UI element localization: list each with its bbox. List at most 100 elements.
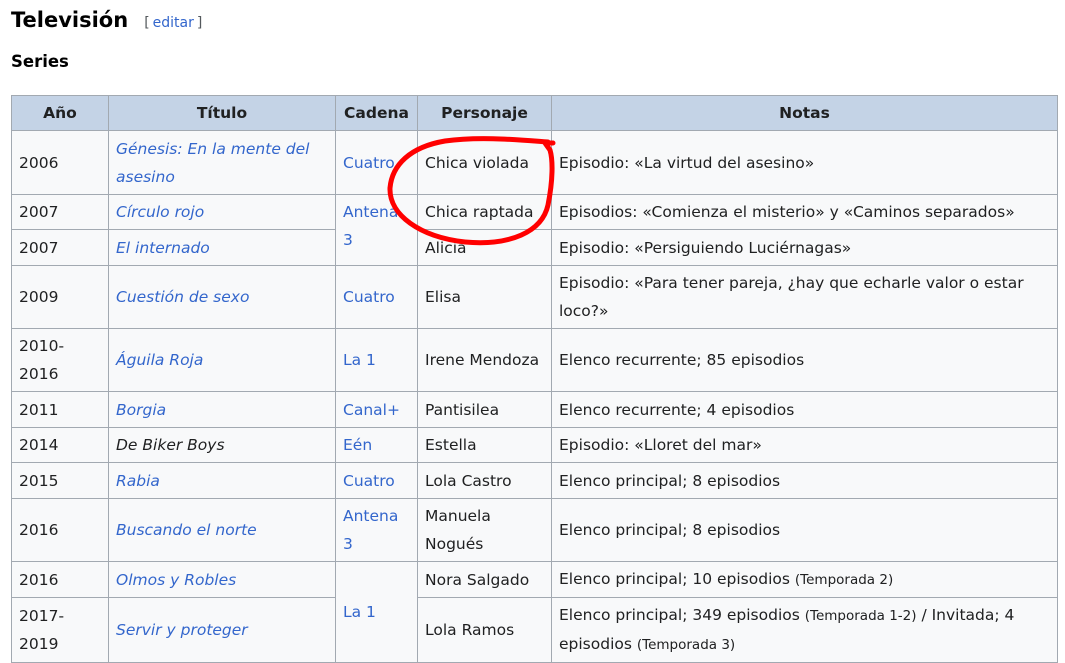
cell-year: 2016 bbox=[11, 561, 109, 598]
channel-link[interactable]: Canal+ bbox=[343, 401, 400, 419]
cell-notes: Episodios: «Comienza el misterio» y «Cam… bbox=[551, 194, 1058, 230]
edit-link[interactable]: editar bbox=[150, 15, 197, 31]
cell-character: Elisa bbox=[417, 265, 552, 329]
section-title: Televisión bbox=[11, 8, 129, 32]
title-link[interactable]: Buscando el norte bbox=[116, 521, 257, 539]
cell-channel: La 1 bbox=[335, 328, 418, 392]
cell-character: Manuela Nogués bbox=[417, 498, 552, 562]
cell-year: 2014 bbox=[11, 427, 109, 463]
cell-notes: Elenco principal; 10 episodios (Temporad… bbox=[551, 561, 1058, 598]
cell-character: Lola Castro bbox=[417, 462, 552, 499]
cell-notes: Episodio: «Para tener pareja, ¿hay que e… bbox=[551, 265, 1058, 329]
cell-title: Servir y proteger bbox=[108, 597, 336, 663]
header-year[interactable]: Año bbox=[11, 95, 109, 131]
cell-year: 2016 bbox=[11, 498, 109, 562]
cell-character: Lola Ramos bbox=[417, 597, 552, 663]
cell-year: 2007 bbox=[11, 229, 109, 266]
channel-link[interactable]: Antena 3 bbox=[343, 203, 398, 249]
header-channel[interactable]: Cadena bbox=[335, 95, 418, 131]
title-link[interactable]: Olmos y Robles bbox=[116, 571, 236, 589]
cell-title: Génesis: En la mente del asesino bbox=[108, 130, 336, 195]
cell-channel: Cuatro bbox=[335, 130, 418, 195]
title-link[interactable]: El internado bbox=[116, 239, 210, 257]
series-table: Año Título Cadena Personaje Notas 2006 Gé… bbox=[11, 95, 1058, 663]
notes-text: Episodios: «Comienza el misterio» y «Cam… bbox=[559, 203, 1015, 221]
channel-link[interactable]: La 1 bbox=[343, 603, 376, 621]
cell-title: Olmos y Robles bbox=[108, 561, 336, 598]
table-row: 2015 Rabia Cuatro Lola Castro Elenco princip… bbox=[11, 462, 1058, 499]
notes-text: Episodio: «Persiguiendo Luciérnagas» bbox=[559, 238, 852, 257]
header-title[interactable]: Título bbox=[108, 95, 336, 131]
notes-text: Episodio: «Lloret del mar» bbox=[559, 436, 762, 454]
cell-year: 2010-2016 bbox=[11, 328, 109, 392]
table-header-row: Año Título Cadena Personaje Notas bbox=[11, 95, 1058, 131]
title-link[interactable]: Servir y proteger bbox=[116, 621, 248, 639]
season-note: (Temporada 3) bbox=[636, 637, 736, 653]
notes-text: Episodio: «Para tener pareja, ¿hay que e… bbox=[559, 274, 1024, 320]
title-link[interactable]: Génesis: En la mente del asesino bbox=[116, 140, 309, 186]
channel-link[interactable]: Cuatro bbox=[343, 472, 395, 490]
cell-title: De Biker Boys bbox=[108, 427, 336, 463]
channel-link[interactable]: La 1 bbox=[343, 351, 376, 369]
title-link[interactable]: Círculo rojo bbox=[116, 203, 204, 221]
header-character[interactable]: Personaje bbox=[417, 95, 552, 131]
cell-notes: Episodio: «La virtud del asesino» bbox=[551, 130, 1058, 195]
cell-notes: Elenco principal; 8 episodios bbox=[551, 462, 1058, 499]
cell-character: Alicia bbox=[417, 229, 552, 266]
cell-character: Nora Salgado bbox=[417, 561, 552, 598]
cell-notes: Elenco recurrente; 4 episodios bbox=[551, 391, 1058, 428]
channel-link[interactable]: Antena 3 bbox=[343, 507, 398, 553]
cell-channel: La 1 bbox=[335, 561, 418, 663]
cell-channel: Eén bbox=[335, 427, 418, 463]
title-link[interactable]: Cuestión de sexo bbox=[116, 288, 249, 306]
cell-year: 2007 bbox=[11, 194, 109, 230]
table-row: 2007 Círculo rojo Antena 3 Chica raptada Epi… bbox=[11, 194, 1058, 266]
table-row: 2011 Borgia Canal+ Pantisilea Elenco recurre… bbox=[11, 391, 1058, 428]
cell-title: Círculo rojo bbox=[108, 194, 336, 230]
season-note: (Temporada 2) bbox=[794, 572, 894, 588]
title-link[interactable]: Borgia bbox=[116, 401, 166, 419]
cell-channel: Cuatro bbox=[335, 265, 418, 329]
table-row: 2009 Cuestión de sexo Cuatro Elisa Episodio:… bbox=[11, 265, 1058, 329]
channel-link[interactable]: Cuatro bbox=[343, 154, 395, 172]
cell-notes: Episodio: «Lloret del mar» bbox=[551, 427, 1058, 463]
cell-notes: Episodio: «Persiguiendo Luciérnagas» bbox=[551, 229, 1058, 266]
notes-text: Elenco principal; 10 episodios bbox=[559, 570, 795, 588]
table-row: 2014 De Biker Boys Eén Estella Episodio: «Ll… bbox=[11, 427, 1058, 463]
table-row: 2010-2016 Águila Roja La 1 Irene Mendoza Ele… bbox=[11, 328, 1058, 392]
cell-year: 2011 bbox=[11, 391, 109, 428]
cell-channel: Antena 3 bbox=[335, 194, 418, 266]
channel-link[interactable]: Eén bbox=[343, 436, 372, 454]
notes-text: Episodio: «La virtud del asesino» bbox=[559, 153, 815, 172]
cell-title: Buscando el norte bbox=[108, 498, 336, 562]
table-row: 2016 Olmos y Robles La 1 Nora Salgado Elenco… bbox=[11, 561, 1058, 663]
cell-channel: Canal+ bbox=[335, 391, 418, 428]
table-row: 2017-2019 Servir y proteger Lola Ramos Elen… bbox=[11, 597, 1058, 663]
notes-text: Elenco recurrente; 85 episodios bbox=[559, 351, 805, 369]
header-notes[interactable]: Notas bbox=[551, 95, 1058, 131]
cell-year: 2006 bbox=[11, 130, 109, 195]
table-row: 2007 El internado Alicia Episodio: «Persigu… bbox=[11, 229, 1058, 266]
cell-title: Águila Roja bbox=[108, 328, 336, 392]
notes-text: Elenco recurrente; 4 episodios bbox=[559, 400, 795, 419]
cell-character: Estella bbox=[417, 427, 552, 463]
cell-year: 2009 bbox=[11, 265, 109, 329]
cell-character: Chica raptada bbox=[417, 194, 552, 230]
cell-year: 2017-2019 bbox=[11, 597, 109, 663]
cell-title: Cuestión de sexo bbox=[108, 265, 336, 329]
title-link[interactable]: Águila Roja bbox=[116, 351, 203, 369]
cell-notes: Elenco principal; 349 episodios (Tempora… bbox=[551, 597, 1058, 663]
cell-title: El internado bbox=[108, 229, 336, 266]
cell-title: Borgia bbox=[108, 391, 336, 428]
title-text: De Biker Boys bbox=[116, 436, 225, 454]
cell-channel: Cuatro bbox=[335, 462, 418, 499]
table-row: 2016 Buscando el norte Antena 3 Manuela Nog… bbox=[11, 498, 1058, 562]
cell-character: Pantisilea bbox=[417, 391, 552, 428]
channel-link[interactable]: Cuatro bbox=[343, 288, 395, 306]
cell-notes: Elenco principal; 8 episodios bbox=[551, 498, 1058, 562]
cell-notes: Elenco recurrente; 85 episodios bbox=[551, 328, 1058, 392]
season-note: (Temporada 1-2) bbox=[804, 608, 917, 624]
title-link[interactable]: Rabia bbox=[116, 472, 160, 490]
notes-text: Elenco principal; 8 episodios bbox=[559, 471, 781, 490]
cell-character: Chica violada bbox=[417, 130, 552, 195]
